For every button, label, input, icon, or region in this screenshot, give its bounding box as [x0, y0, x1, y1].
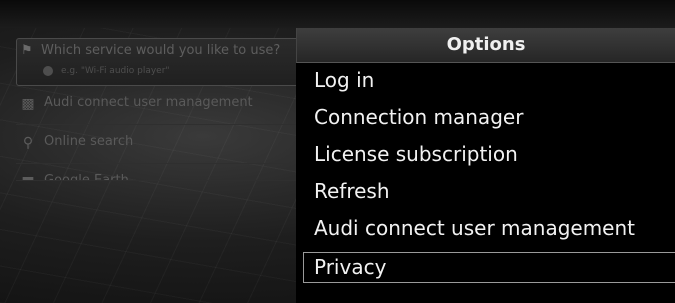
options-popup: Options Log in Connection manager Licens… — [296, 28, 675, 303]
option-label: Privacy — [314, 255, 387, 279]
service-search-question: Which service would you like to use? — [41, 43, 281, 58]
option-label: Connection manager — [314, 105, 524, 129]
search-icon: ⚲ — [22, 135, 34, 151]
status-bar — [0, 0, 675, 28]
services-item-label: Audi connect user management — [44, 95, 253, 110]
options-list: Log in Connection manager License subscr… — [296, 63, 675, 283]
option-privacy[interactable]: Privacy — [303, 252, 675, 283]
app-icon: ■ — [20, 174, 36, 180]
option-label: Log in — [314, 68, 375, 92]
options-title: Options — [446, 34, 526, 55]
services-menu: ⚑ Which service would you like to use? e… — [16, 38, 306, 181]
services-item-google-earth[interactable]: ■ Google Earth — [16, 164, 306, 181]
services-item-label: Online search — [44, 134, 134, 149]
option-label: Audi connect user management — [314, 216, 636, 240]
services-item-label: Google Earth — [44, 173, 129, 181]
option-label: License subscription — [314, 142, 518, 166]
search-person-icon: ⚑ — [21, 43, 33, 58]
option-license-subscription[interactable]: License subscription — [296, 138, 675, 174]
hint-icon — [43, 66, 53, 76]
option-user-management[interactable]: Audi connect user management — [296, 212, 675, 248]
option-refresh[interactable]: Refresh — [296, 175, 675, 211]
option-log-in[interactable]: Log in — [296, 64, 675, 100]
option-label: Refresh — [314, 179, 390, 203]
user-management-icon: ▩ — [21, 96, 35, 112]
service-search-hint: e.g. "Wi-Fi audio player" — [61, 66, 170, 76]
options-header: Options — [296, 28, 675, 63]
services-item-online-search[interactable]: ⚲ Online search — [16, 125, 306, 164]
services-item-user-management[interactable]: ▩ Audi connect user management — [16, 86, 306, 125]
infotainment-screen: ⚑ Which service would you like to use? e… — [0, 0, 675, 303]
service-search-field[interactable]: ⚑ Which service would you like to use? e… — [16, 38, 306, 86]
option-connection-manager[interactable]: Connection manager — [296, 101, 675, 137]
